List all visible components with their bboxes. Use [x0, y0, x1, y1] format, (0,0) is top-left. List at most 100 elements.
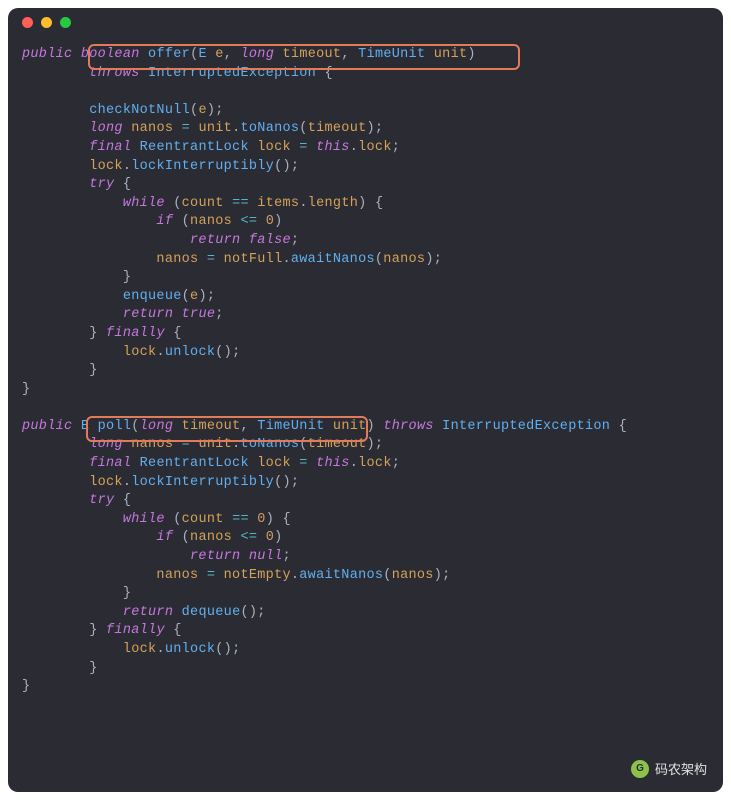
- code-line: [22, 83, 723, 102]
- code-token: }: [89, 661, 97, 676]
- code-token: [173, 121, 181, 136]
- code-token: long: [241, 47, 275, 62]
- code-token: [22, 103, 89, 118]
- code-token: (: [131, 419, 139, 434]
- code-token: =: [299, 140, 307, 155]
- code-line: }: [22, 678, 723, 697]
- code-token: .: [282, 252, 290, 267]
- code-token: lock: [123, 642, 157, 657]
- code-line: }: [22, 660, 723, 679]
- code-token: [198, 252, 206, 267]
- code-token: (: [383, 568, 391, 583]
- code-token: [22, 233, 190, 248]
- code-token: [123, 121, 131, 136]
- code-token: final: [89, 456, 131, 471]
- code-token: throws: [89, 66, 139, 81]
- code-token: [22, 549, 190, 564]
- code-token: return: [190, 233, 240, 248]
- code-token: [22, 196, 123, 211]
- code-line: return true;: [22, 306, 723, 325]
- code-token: nanos: [131, 437, 173, 452]
- code-token: ReentrantLock: [140, 140, 249, 155]
- code-line: long nanos = unit.toNanos(timeout);: [22, 436, 723, 455]
- close-icon[interactable]: [22, 17, 33, 28]
- code-token: [240, 233, 248, 248]
- code-token: lock: [89, 475, 123, 490]
- code-token: );: [207, 103, 224, 118]
- code-token: nanos: [392, 568, 434, 583]
- code-token: [22, 586, 123, 601]
- code-token: ;: [282, 549, 290, 564]
- code-token: ): [274, 530, 282, 545]
- code-line: lock.lockInterruptibly();: [22, 158, 723, 177]
- code-token: .: [156, 345, 164, 360]
- code-token: [274, 47, 282, 62]
- code-token: return: [190, 549, 240, 564]
- code-token: [22, 530, 156, 545]
- code-token: [165, 512, 173, 527]
- code-token: ;: [392, 140, 400, 155]
- code-line: nanos = notFull.awaitNanos(nanos);: [22, 251, 723, 270]
- code-token: ==: [232, 512, 249, 527]
- code-token: {: [619, 419, 627, 434]
- code-token: [140, 47, 148, 62]
- code-line: long nanos = unit.toNanos(timeout);: [22, 120, 723, 139]
- code-token: [72, 47, 80, 62]
- code-token: TimeUnit: [257, 419, 324, 434]
- code-token: [22, 605, 123, 620]
- zoom-icon[interactable]: [60, 17, 71, 28]
- code-token: [249, 456, 257, 471]
- code-line: nanos = notEmpty.awaitNanos(nanos);: [22, 567, 723, 586]
- code-token: [22, 475, 89, 490]
- code-token: [22, 140, 89, 155]
- code-token: toNanos: [240, 121, 299, 136]
- code-token: this: [316, 456, 350, 471]
- code-token: long: [89, 121, 123, 136]
- code-token: throws: [383, 419, 433, 434]
- code-token: e: [198, 103, 206, 118]
- code-token: ();: [240, 605, 265, 620]
- code-token: [22, 289, 123, 304]
- code-token: lock: [358, 140, 392, 155]
- code-token: );: [434, 568, 451, 583]
- code-token: [215, 252, 223, 267]
- code-token: [224, 512, 232, 527]
- code-token: InterruptedException: [148, 66, 316, 81]
- code-token: =: [207, 568, 215, 583]
- code-line: final ReentrantLock lock = this.lock;: [22, 139, 723, 158]
- code-token: (: [182, 289, 190, 304]
- code-token: }: [123, 270, 131, 285]
- code-token: E: [81, 419, 89, 434]
- code-token: ();: [215, 345, 240, 360]
- code-token: offer: [148, 47, 190, 62]
- code-token: [131, 140, 139, 155]
- code-token: ;: [392, 456, 400, 471]
- code-token: public: [22, 47, 72, 62]
- code-token: =: [299, 456, 307, 471]
- code-line: try {: [22, 176, 723, 195]
- code-token: [98, 623, 106, 638]
- titlebar: [8, 8, 723, 36]
- minimize-icon[interactable]: [41, 17, 52, 28]
- code-token: lock: [358, 456, 392, 471]
- code-token: [308, 140, 316, 155]
- code-token: return: [123, 307, 173, 322]
- code-line: if (nanos <= 0): [22, 213, 723, 232]
- code-token: .: [350, 456, 358, 471]
- code-token: awaitNanos: [299, 568, 383, 583]
- code-token: {: [324, 66, 332, 81]
- code-token: [173, 419, 181, 434]
- code-token: [22, 437, 89, 452]
- code-token: [114, 493, 122, 508]
- code-token: unit: [198, 121, 232, 136]
- code-token: }: [89, 363, 97, 378]
- code-token: notEmpty: [224, 568, 291, 583]
- code-token: (: [182, 530, 190, 545]
- code-token: awaitNanos: [291, 252, 375, 267]
- code-line: public boolean offer(E e, long timeout, …: [22, 46, 723, 65]
- code-token: nanos: [156, 252, 198, 267]
- code-token: [131, 456, 139, 471]
- code-token: lockInterruptibly: [131, 475, 274, 490]
- code-token: [22, 326, 89, 341]
- code-token: {: [123, 493, 131, 508]
